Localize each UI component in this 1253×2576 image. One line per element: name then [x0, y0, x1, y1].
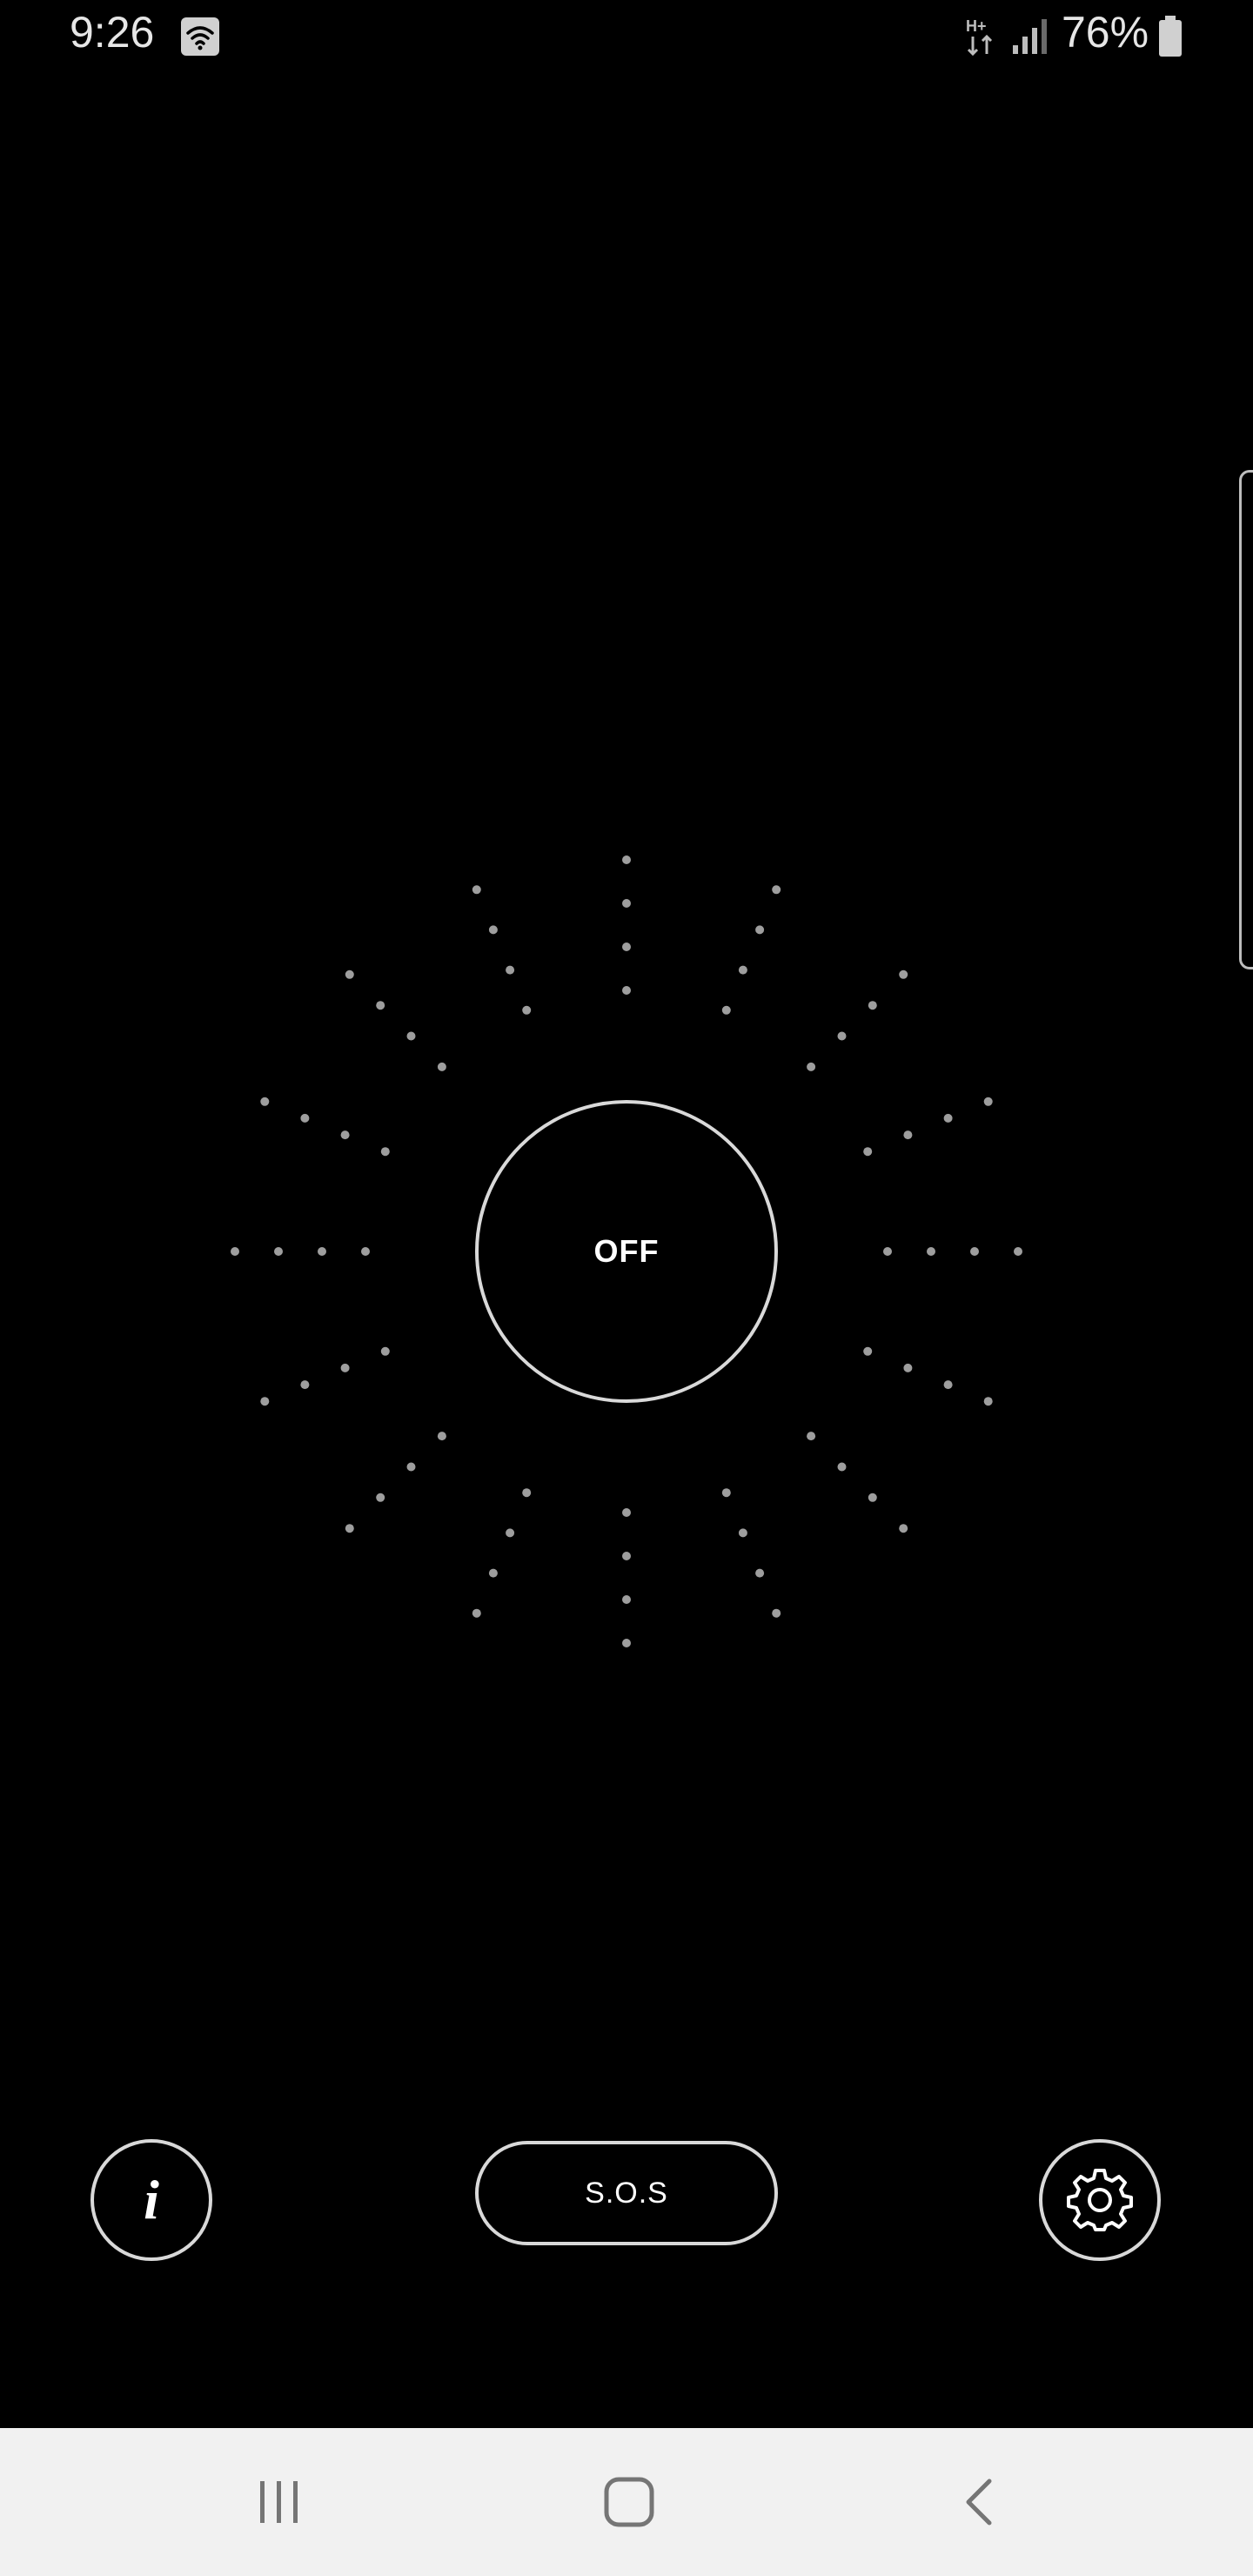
home-icon — [604, 2477, 654, 2527]
ray-dot — [943, 1380, 953, 1390]
ray-dot — [622, 899, 631, 908]
ray-dot — [899, 969, 908, 979]
ray-dot — [376, 1493, 385, 1502]
gear-icon — [1067, 2169, 1133, 2231]
status-time: 9:26 — [70, 8, 155, 57]
ray-dot — [622, 986, 631, 995]
battery-percent: 76% — [1062, 8, 1149, 57]
ray-dot — [340, 1363, 350, 1372]
ray-dot — [260, 1097, 270, 1106]
navigation-bar — [0, 2428, 1253, 2576]
ray-dot — [300, 1380, 310, 1390]
ray-dot — [622, 1595, 631, 1604]
ray-dot — [361, 1247, 370, 1256]
ray-dot — [622, 1639, 631, 1647]
ray-dot — [488, 1568, 498, 1578]
sos-button[interactable]: S.O.S — [475, 2141, 778, 2245]
ray-dot — [522, 1488, 532, 1498]
status-bar: 9:26 H+ 76% — [0, 0, 1253, 73]
ray-dot — [738, 965, 747, 975]
ray-dot — [506, 1528, 515, 1538]
ray-dot — [738, 1528, 747, 1538]
ray-dot — [406, 1031, 416, 1041]
ray-dot — [318, 1247, 326, 1256]
ray-dot — [380, 1147, 390, 1157]
svg-text:H+: H+ — [966, 17, 987, 35]
ray-dot — [472, 1608, 481, 1618]
ray-dot — [437, 1432, 446, 1441]
edge-panel-handle[interactable] — [1239, 470, 1253, 969]
signal-icon — [1013, 19, 1047, 54]
ray-dot — [983, 1097, 993, 1106]
ray-dot — [622, 943, 631, 951]
flashlight-toggle-button[interactable]: OFF — [475, 1100, 778, 1403]
ray-dot — [970, 1247, 979, 1256]
ray-dot — [721, 1005, 731, 1015]
home-button[interactable] — [590, 2463, 668, 2541]
ray-dot — [274, 1247, 283, 1256]
info-button[interactable]: i — [90, 2139, 212, 2261]
ray-dot — [903, 1130, 913, 1140]
ray-dot — [472, 885, 481, 895]
ray-dot — [1014, 1247, 1022, 1256]
ray-dot — [868, 1001, 877, 1010]
ray-dot — [506, 965, 515, 975]
ray-dot — [899, 1524, 908, 1533]
ray-dot — [300, 1113, 310, 1123]
ray-dot — [345, 969, 354, 979]
ray-dot — [883, 1247, 892, 1256]
ray-dot — [622, 1552, 631, 1560]
ray-dot — [772, 885, 781, 895]
info-icon: i — [144, 2169, 159, 2231]
ray-dot — [488, 925, 498, 935]
ray-dot — [927, 1247, 935, 1256]
recents-icon — [260, 2481, 298, 2523]
back-icon — [966, 2479, 992, 2526]
ray-dot — [863, 1346, 873, 1356]
ray-dot — [983, 1397, 993, 1406]
ray-dot — [943, 1113, 953, 1123]
ray-dot — [868, 1493, 877, 1502]
ray-dot — [406, 1462, 416, 1472]
ray-dot — [837, 1031, 847, 1041]
ray-dot — [340, 1130, 350, 1140]
ray-dot — [231, 1247, 239, 1256]
sos-label: S.O.S — [585, 2176, 668, 2210]
ray-dot — [837, 1462, 847, 1472]
wifi-icon — [181, 17, 219, 56]
network-type-icon: H+ — [966, 17, 993, 57]
ray-dot — [903, 1363, 913, 1372]
ray-dot — [522, 1005, 532, 1015]
ray-dot — [755, 925, 765, 935]
back-button[interactable] — [941, 2463, 1020, 2541]
ray-dot — [345, 1524, 354, 1533]
ray-dot — [437, 1062, 446, 1071]
ray-dot — [721, 1488, 731, 1498]
ray-dot — [772, 1608, 781, 1618]
ray-dot — [622, 855, 631, 864]
ray-dot — [755, 1568, 765, 1578]
ray-dot — [380, 1346, 390, 1356]
ray-dot — [807, 1062, 816, 1071]
battery-icon — [1159, 16, 1182, 57]
flashlight-state-label: OFF — [593, 1233, 660, 1269]
recents-button[interactable] — [240, 2463, 318, 2541]
ray-dot — [376, 1001, 385, 1010]
ray-dot — [807, 1432, 816, 1441]
ray-dot — [260, 1397, 270, 1406]
ray-dot — [863, 1147, 873, 1157]
settings-button[interactable] — [1039, 2139, 1161, 2261]
ray-dot — [622, 1508, 631, 1517]
